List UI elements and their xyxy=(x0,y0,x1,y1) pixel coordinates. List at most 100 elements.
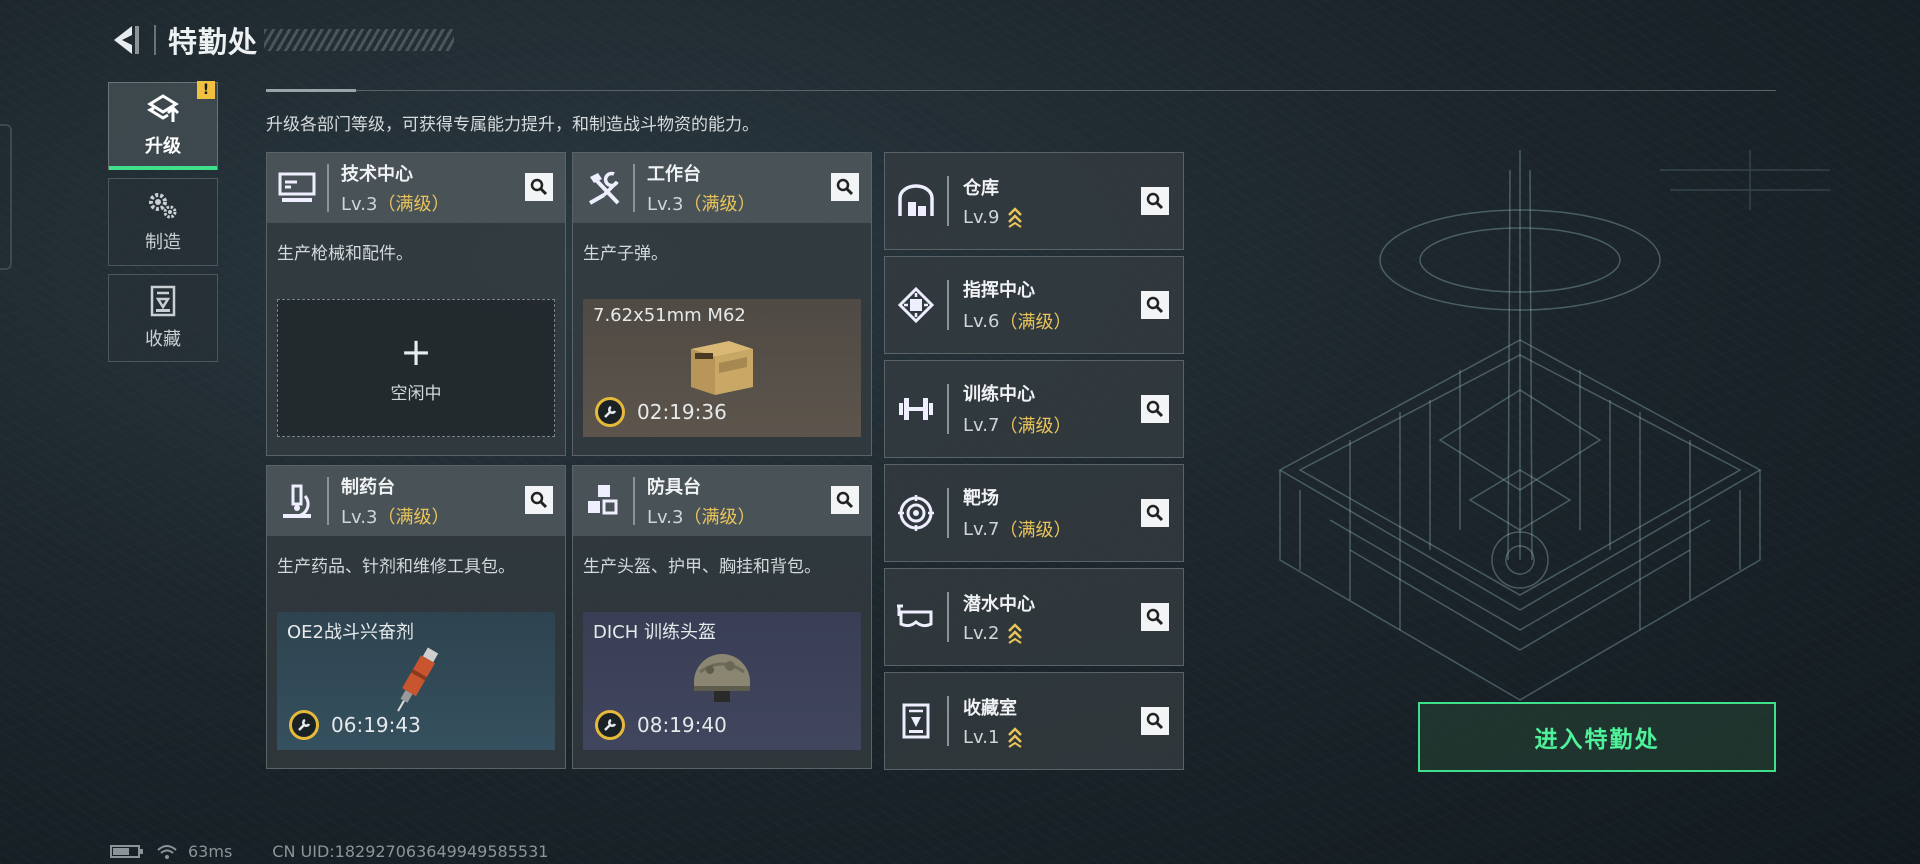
dept-card-armor[interactable]: 防具台 Lv.3（满级） 生产头盔、护甲、胸挂和背包。 DICH 训练头盔 08… xyxy=(572,465,872,769)
tab-label: 制造 xyxy=(145,232,181,253)
wrench-timer-icon xyxy=(289,710,319,740)
idle-slot[interactable]: + 空闲中 xyxy=(277,299,555,437)
card-title: 制药台 xyxy=(341,477,395,498)
item-title: 仓库 xyxy=(963,178,999,199)
item-title: 指挥中心 xyxy=(963,280,1035,301)
card-description: 生产枪械和配件。 xyxy=(277,244,413,264)
dept-item-collection-room[interactable]: 收藏室 Lv.1 xyxy=(884,672,1184,770)
tab-upgrade[interactable]: ! 升级 xyxy=(108,81,218,170)
warehouse-icon xyxy=(885,152,947,250)
item-divider xyxy=(947,384,949,434)
item-level: Lv.9 xyxy=(963,206,1023,228)
search-icon xyxy=(1146,504,1164,522)
inspect-button[interactable] xyxy=(1141,291,1169,319)
search-icon xyxy=(1146,400,1164,418)
level-value: Lv.3 xyxy=(341,507,378,528)
item-title: 训练中心 xyxy=(963,384,1035,405)
facility-hologram xyxy=(1190,140,1830,740)
tab-manufacture[interactable]: 制造 xyxy=(108,178,218,266)
cubes-icon xyxy=(573,466,633,536)
header-divider xyxy=(154,25,156,55)
enter-special-ops-button[interactable]: 进入特勤处 xyxy=(1418,702,1776,772)
page-description: 升级各部门等级，可获得专属能力提升，和制造战斗物资的能力。 xyxy=(266,115,759,135)
battery-level xyxy=(113,848,129,855)
command-chip-icon xyxy=(885,256,947,354)
user-uid: CN UID:182927063649949585531 xyxy=(272,842,549,861)
upgrade-icon xyxy=(146,94,180,122)
inspect-button[interactable] xyxy=(831,173,859,201)
page-header: 特勤处 xyxy=(108,18,455,62)
tab-label: 收藏 xyxy=(145,329,181,350)
tab-label: 升级 xyxy=(145,136,181,157)
search-icon xyxy=(530,491,548,509)
monitor-icon xyxy=(267,153,327,223)
battery-icon xyxy=(110,845,143,858)
inspect-button[interactable] xyxy=(1141,499,1169,527)
search-icon xyxy=(1146,296,1164,314)
max-level-tag: （满级） xyxy=(999,312,1072,333)
search-icon xyxy=(836,491,854,509)
card-divider xyxy=(633,477,635,525)
dept-card-tech-center[interactable]: 技术中心 Lv.3（满级） 生产枪械和配件。 + 空闲中 xyxy=(266,152,566,456)
inspect-button[interactable] xyxy=(525,486,553,514)
alert-badge: ! xyxy=(197,81,215,99)
target-icon xyxy=(885,464,947,562)
card-title: 技术中心 xyxy=(341,164,413,185)
dumbbell-icon xyxy=(885,360,947,458)
item-title: 潜水中心 xyxy=(963,594,1035,615)
page-title: 特勤处 xyxy=(168,25,259,59)
max-level-tag: （满级） xyxy=(999,416,1072,437)
level-value: Lv.9 xyxy=(963,206,1000,228)
card-header: 制药台 Lv.3（满级） xyxy=(267,466,565,536)
production-slot[interactable]: DICH 训练头盔 08:19:40 xyxy=(583,612,861,750)
side-drawer-handle[interactable] xyxy=(0,124,12,270)
max-level-tag: （满级） xyxy=(999,520,1072,541)
tab-collection[interactable]: 收藏 xyxy=(108,274,218,362)
time-remaining: 06:19:43 xyxy=(331,713,421,737)
card-divider xyxy=(633,164,635,212)
search-icon xyxy=(1146,608,1164,626)
back-button[interactable] xyxy=(108,20,144,60)
level-value: Lv.3 xyxy=(647,507,684,528)
search-icon xyxy=(1146,192,1164,210)
dept-item-warehouse[interactable]: 仓库 Lv.9 xyxy=(884,152,1184,250)
max-level-tag: （满级） xyxy=(377,194,450,215)
inspect-button[interactable] xyxy=(1141,603,1169,631)
max-level-tag: （满级） xyxy=(377,507,450,528)
item-level: Lv.7 （满级） xyxy=(963,412,1071,438)
item-divider xyxy=(947,696,949,746)
production-timer: 06:19:43 xyxy=(289,710,421,740)
card-level: Lv.3（满级） xyxy=(647,190,755,216)
card-title: 防具台 xyxy=(647,477,701,498)
production-slot[interactable]: 7.62x51mm M62 02:19:36 xyxy=(583,299,861,437)
dept-item-command-center[interactable]: 指挥中心 Lv.6 （满级） xyxy=(884,256,1184,354)
inspect-button[interactable] xyxy=(831,486,859,514)
inspect-button[interactable] xyxy=(1141,395,1169,423)
idle-label: 空闲中 xyxy=(390,383,442,404)
wrench-timer-icon xyxy=(595,710,625,740)
level-value: Lv.7 xyxy=(963,414,1000,436)
dept-item-training-center[interactable]: 训练中心 Lv.7 （满级） xyxy=(884,360,1184,458)
card-level: Lv.3（满级） xyxy=(341,503,449,529)
collection-icon xyxy=(150,285,176,317)
ammo-box-icon xyxy=(685,335,759,405)
inspect-button[interactable] xyxy=(525,173,553,201)
inspect-button[interactable] xyxy=(1141,187,1169,215)
production-timer: 02:19:36 xyxy=(595,397,727,427)
search-icon xyxy=(530,178,548,196)
dept-item-shooting-range[interactable]: 靶场 Lv.7 （满级） xyxy=(884,464,1184,562)
product-name: OE2战斗兴奋剂 xyxy=(287,622,414,643)
dept-item-diving-center[interactable]: 潜水中心 Lv.2 xyxy=(884,568,1184,666)
item-level: Lv.1 xyxy=(963,726,1023,748)
upgrade-available-icon xyxy=(1007,622,1023,644)
upgrade-available-icon xyxy=(1007,726,1023,748)
inspect-button[interactable] xyxy=(1141,707,1169,735)
production-slot[interactable]: OE2战斗兴奋剂 06:19:43 xyxy=(277,612,555,750)
card-level: Lv.3（满级） xyxy=(647,503,755,529)
item-divider xyxy=(947,280,949,330)
dept-card-workbench[interactable]: 工作台 Lv.3（满级） 生产子弹。 7.62x51mm M62 02:19:3… xyxy=(572,152,872,456)
time-remaining: 02:19:36 xyxy=(637,400,727,424)
dept-card-pharmacy[interactable]: 制药台 Lv.3（满级） 生产药品、针剂和维修工具包。 OE2战斗兴奋剂 06:… xyxy=(266,465,566,769)
card-divider xyxy=(327,164,329,212)
enter-button-label: 进入特勤处 xyxy=(1534,727,1660,753)
